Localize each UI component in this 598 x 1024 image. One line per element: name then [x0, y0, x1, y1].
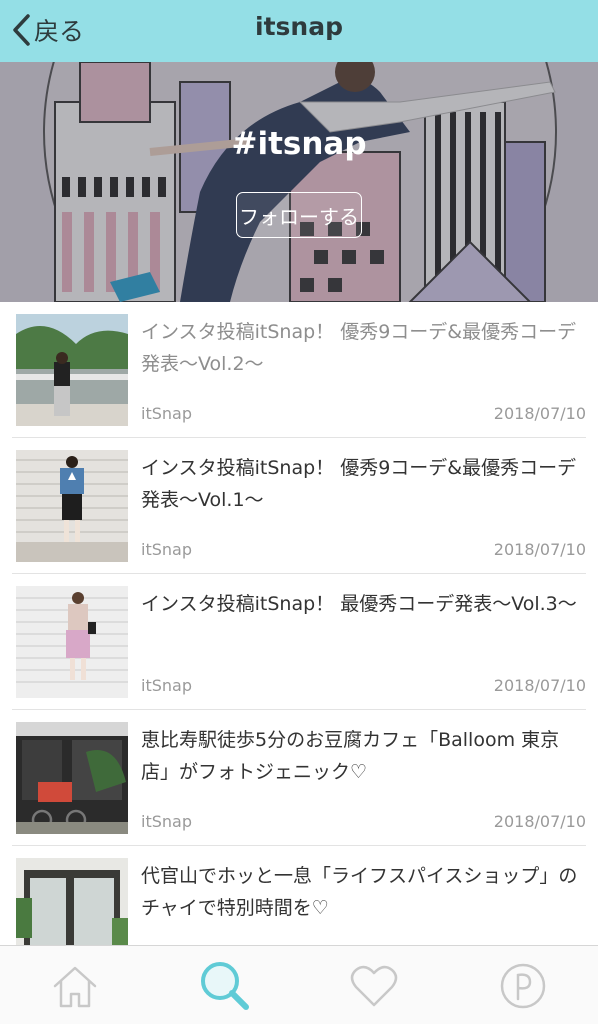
article-thumbnail [16, 858, 128, 945]
navigation-bar: 戻る itsnap [0, 0, 598, 62]
hashtag-title: #itsnap [231, 126, 367, 162]
list-item[interactable]: 恵比寿駅徒歩5分のお豆腐カフェ「Balloom 東京店」がフォトジェニック♡ i… [12, 710, 586, 846]
search-icon [201, 962, 249, 1010]
p-icon [500, 963, 546, 1009]
follow-button[interactable]: フォローする [236, 192, 362, 238]
article-source: itSnap [141, 404, 192, 423]
tab-mypage[interactable] [495, 960, 551, 1012]
article-title: インスタ投稿itSnap！ 優秀9コーデ&最優秀コーデ発表〜Vol.1〜 [141, 457, 577, 511]
article-thumbnail [16, 314, 128, 426]
article-thumbnail [16, 450, 128, 562]
article-date: 2018/07/10 [493, 812, 586, 831]
list-item[interactable]: 代官山でホッと一息「ライフスパイスショップ」のチャイで特別時間を♡ [12, 846, 586, 945]
home-icon [53, 966, 97, 1008]
hero-overlay [0, 62, 598, 302]
article-date: 2018/07/10 [493, 676, 586, 695]
list-item[interactable]: インスタ投稿itSnap！ 優秀9コーデ&最優秀コーデ発表〜Vol.2〜 itS… [12, 302, 586, 438]
article-source: itSnap [141, 676, 192, 695]
tab-bar [0, 945, 598, 1024]
article-thumbnail [16, 722, 128, 834]
article-title: インスタ投稿itSnap！ 最優秀コーデ発表〜Vol.3〜 [141, 593, 577, 615]
article-title: インスタ投稿itSnap！ 優秀9コーデ&最優秀コーデ発表〜Vol.2〜 [141, 321, 577, 375]
heart-icon [350, 965, 398, 1007]
tab-favorites[interactable] [346, 960, 402, 1012]
article-date: 2018/07/10 [493, 404, 586, 423]
tab-home[interactable] [47, 960, 103, 1012]
article-title: 恵比寿駅徒歩5分のお豆腐カフェ「Balloom 東京店」がフォトジェニック♡ [141, 729, 560, 783]
article-title: 代官山でホッと一息「ライフスパイスショップ」のチャイで特別時間を♡ [141, 865, 578, 919]
list-item[interactable]: インスタ投稿itSnap！ 優秀9コーデ&最優秀コーデ発表〜Vol.1〜 itS… [12, 438, 586, 574]
list-item[interactable]: インスタ投稿itSnap！ 最優秀コーデ発表〜Vol.3〜 itSnap 201… [12, 574, 586, 710]
tab-search[interactable] [197, 960, 253, 1012]
article-source: itSnap [141, 812, 192, 831]
page-title: itsnap [255, 12, 343, 41]
article-list: インスタ投稿itSnap！ 優秀9コーデ&最優秀コーデ発表〜Vol.2〜 itS… [0, 302, 598, 945]
hero-banner: #itsnap フォローする [0, 62, 598, 302]
article-date: 2018/07/10 [493, 540, 586, 559]
article-thumbnail [16, 586, 128, 698]
article-source: itSnap [141, 540, 192, 559]
